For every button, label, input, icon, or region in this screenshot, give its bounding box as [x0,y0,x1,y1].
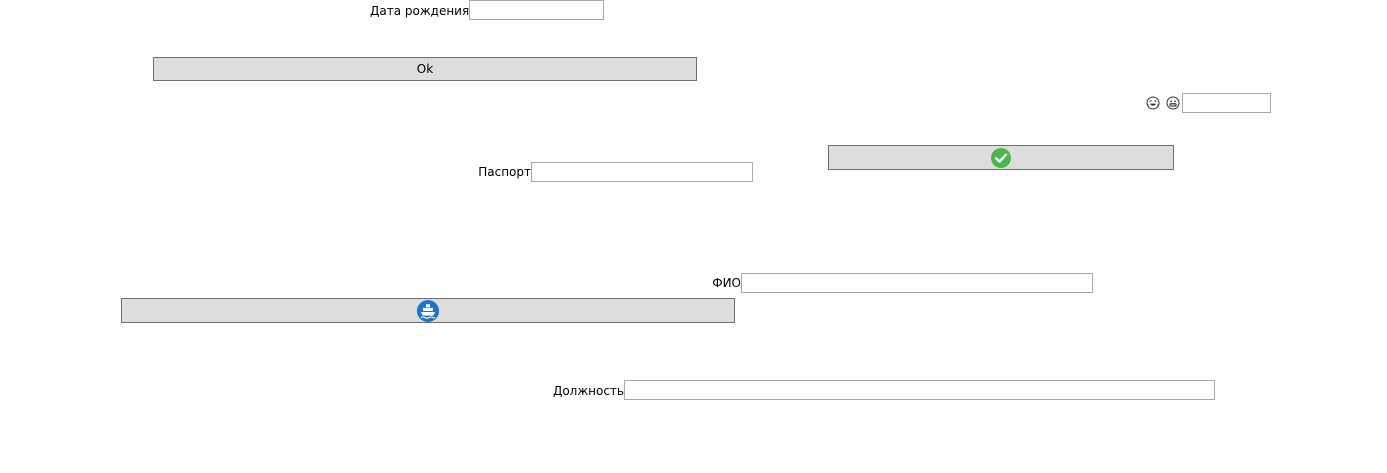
green-checkmark-icon [991,147,1011,168]
position-input[interactable] [624,380,1215,400]
confirm-button[interactable] [828,145,1174,170]
ok-button-label: Ok [416,62,434,76]
full-name-label: ФИО [712,276,741,290]
grinning-face-icon [1166,96,1180,110]
blue-ship-icon [417,299,439,322]
ship-button[interactable] [121,298,735,323]
full-name-input[interactable] [741,273,1093,293]
passport-input[interactable] [531,162,753,182]
passport-label: Паспорт [478,165,531,179]
laughing-face-icon [1146,96,1160,110]
birth-date-input[interactable] [469,0,604,20]
position-label: Должность [552,384,624,398]
birth-date-label: Дата рождения [370,4,470,18]
ok-button[interactable]: Ok [153,57,697,81]
emoji-input[interactable] [1182,93,1271,113]
